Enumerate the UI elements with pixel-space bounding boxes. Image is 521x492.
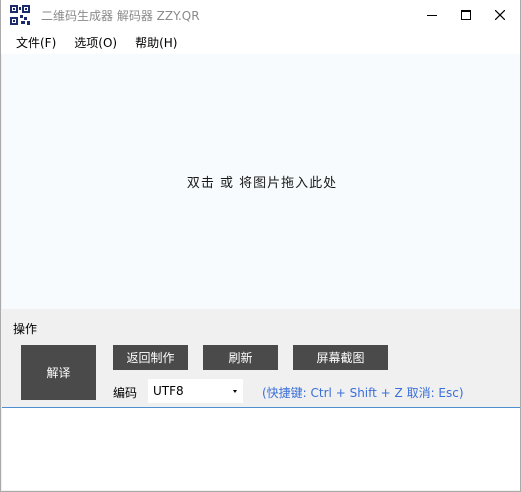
refresh-button[interactable]: 刷新 bbox=[203, 345, 278, 370]
back-to-create-button[interactable]: 返回制作 bbox=[113, 345, 188, 370]
screen-capture-button[interactable]: 屏幕截图 bbox=[293, 345, 388, 370]
encoding-select[interactable]: UTF8 bbox=[148, 379, 243, 403]
encoding-value: UTF8 bbox=[153, 384, 184, 398]
minimize-button[interactable] bbox=[414, 0, 450, 30]
maximize-icon bbox=[461, 10, 471, 20]
menu-file[interactable]: 文件(F) bbox=[7, 32, 65, 53]
menu-help[interactable]: 帮助(H) bbox=[126, 32, 186, 53]
app-window: 二维码生成器 解码器 ZZY.QR 文件(F) 选项(O) 帮助(H) 双击 或… bbox=[0, 0, 521, 492]
image-drop-zone[interactable]: 双击 或 将图片拖入此处 bbox=[2, 54, 520, 309]
drop-hint-text: 双击 或 将图片拖入此处 bbox=[186, 176, 338, 191]
close-button[interactable] bbox=[482, 0, 518, 30]
window-title: 二维码生成器 解码器 ZZY.QR bbox=[41, 9, 200, 23]
close-icon bbox=[495, 10, 505, 20]
title-bar[interactable]: 二维码生成器 解码器 ZZY.QR bbox=[1, 0, 520, 30]
decoded-output-textarea[interactable] bbox=[2, 407, 520, 490]
maximize-button[interactable] bbox=[448, 0, 484, 30]
menu-options[interactable]: 选项(O) bbox=[65, 32, 126, 53]
qr-code-icon bbox=[9, 4, 31, 26]
menu-bar: 文件(F) 选项(O) 帮助(H) bbox=[1, 30, 520, 54]
operations-group-label: 操作 bbox=[13, 322, 38, 336]
encoding-label: 编码 bbox=[113, 386, 138, 400]
minimize-icon bbox=[427, 15, 437, 16]
hotkey-hint: (快捷键: Ctrl + Shift + Z 取消: Esc) bbox=[262, 386, 464, 400]
chevron-down-icon bbox=[233, 390, 237, 393]
decode-button[interactable]: 解译 bbox=[21, 345, 96, 400]
